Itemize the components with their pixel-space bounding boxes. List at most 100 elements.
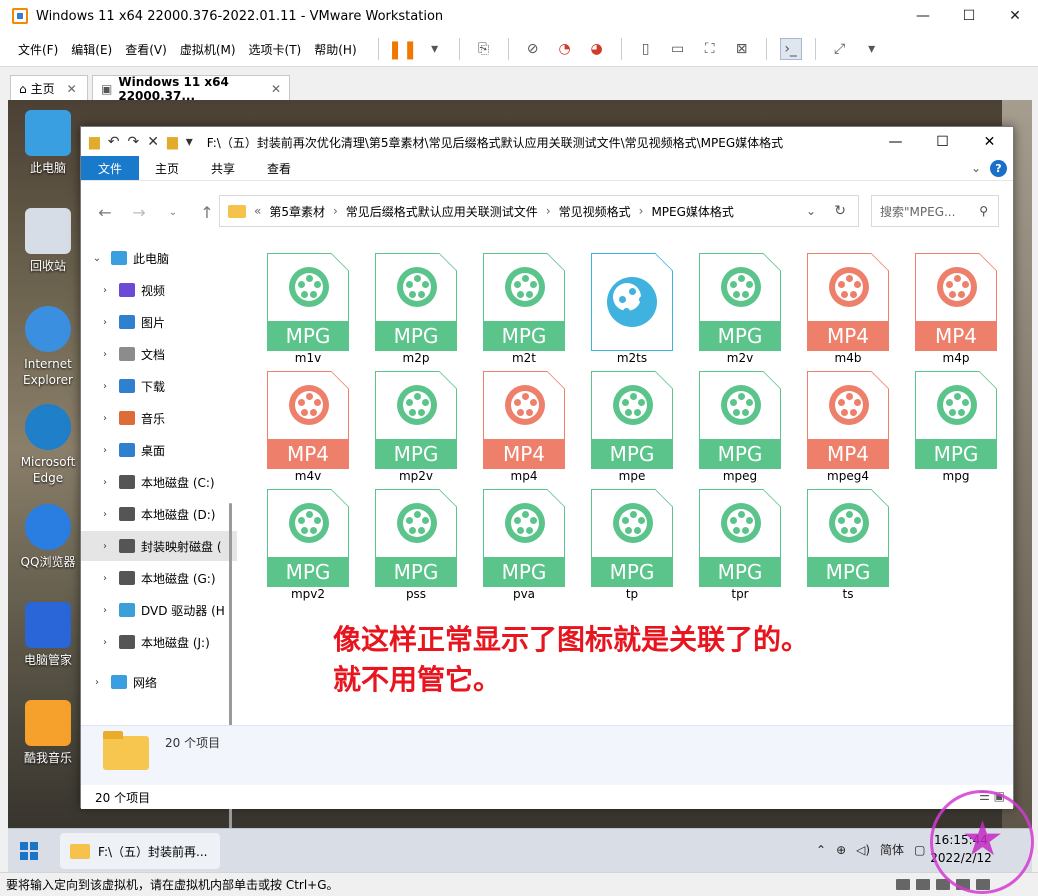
file-item[interactable]: MP4 m4b	[789, 247, 889, 365]
file-item[interactable]: MPG m2v	[681, 247, 781, 365]
chevron-right-icon[interactable]: ›	[97, 285, 113, 296]
dropdown-arrow-icon[interactable]: ▾	[861, 38, 883, 60]
chevron-up-icon[interactable]: ⌃	[816, 843, 826, 857]
chevron-right-icon[interactable]: ›	[89, 677, 105, 688]
hdd-icon[interactable]	[896, 879, 910, 890]
search-input[interactable]: 搜索"MPEG... ⚲	[871, 195, 999, 227]
file-item[interactable]: MPG tpr	[681, 483, 781, 601]
redo-icon[interactable]: ↷	[128, 134, 140, 150]
file-item[interactable]: MP4 m4v	[249, 365, 349, 483]
network-icon[interactable]: ⊕	[836, 843, 846, 857]
start-button[interactable]	[20, 842, 38, 860]
thumbnail-icon[interactable]: ▭	[667, 38, 689, 60]
file-item[interactable]: MPG pva	[465, 483, 565, 601]
desktop-icon-recycle-bin[interactable]: 回收站	[14, 208, 82, 274]
chevron-right-icon[interactable]: ›	[97, 509, 113, 520]
speaker-icon[interactable]: ◁)	[856, 843, 870, 857]
tab-file[interactable]: 文件	[81, 156, 139, 180]
sidebar-item-pictures[interactable]: › 图片	[81, 307, 237, 337]
taskbar-explorer-button[interactable]: F:\（五）封装前再...	[60, 833, 220, 869]
file-item[interactable]: MPG mp2v	[357, 365, 457, 483]
help-icon[interactable]: ?	[990, 160, 1007, 177]
chevron-right-icon[interactable]: ›	[546, 204, 551, 218]
cd-icon[interactable]	[916, 879, 930, 890]
menu-help[interactable]: 帮助(H)	[314, 41, 356, 58]
menu-view[interactable]: 查看(V)	[125, 41, 167, 58]
desktop-icon-this-pc[interactable]: 此电脑	[14, 110, 82, 176]
file-item[interactable]: MPG m1v	[249, 247, 349, 365]
revert-snapshot-icon[interactable]: ◔	[554, 38, 576, 60]
file-item[interactable]: MPG pss	[357, 483, 457, 601]
customize-toolbar-icon[interactable]: ▾	[186, 134, 193, 150]
breadcrumb-item[interactable]: 常见视频格式	[559, 203, 631, 220]
chevron-right-icon[interactable]: ›	[97, 349, 113, 360]
dropdown-arrow-icon[interactable]: ▾	[424, 38, 446, 60]
file-item[interactable]: MPG mpeg	[681, 365, 781, 483]
file-item[interactable]: MPG tp	[573, 483, 673, 601]
chevron-right-icon[interactable]: ›	[333, 204, 338, 218]
unity-icon[interactable]: ⊠	[731, 38, 753, 60]
sidebar-item-documents[interactable]: › 文档	[81, 339, 237, 369]
menu-tabs[interactable]: 选项卡(T)	[249, 41, 302, 58]
undo-icon[interactable]: ↶	[108, 134, 120, 150]
maximize-button[interactable]: ☐	[919, 127, 966, 157]
tab-share[interactable]: 共享	[195, 156, 251, 180]
desktop-icon-ie[interactable]: Internet Explorer	[14, 306, 82, 388]
chevron-down-icon[interactable]: ⌄	[89, 253, 105, 264]
send-ctrl-alt-del-icon[interactable]: ⎘	[473, 38, 495, 60]
menu-file[interactable]: 文件(F)	[18, 41, 58, 58]
desktop-icon-pc-manager[interactable]: 电脑管家	[14, 602, 82, 668]
sidebar-item-disk-g[interactable]: › 本地磁盘 (G:)	[81, 563, 237, 593]
notification-icon[interactable]: ▢	[914, 843, 925, 857]
delete-icon[interactable]: ✕	[147, 134, 159, 150]
maximize-button[interactable]: ☐	[946, 0, 992, 32]
ime-indicator[interactable]: 简体	[880, 841, 904, 858]
snapshot-off-icon[interactable]: ⊘	[522, 38, 544, 60]
expand-ribbon-icon[interactable]: ⌄	[971, 161, 981, 175]
chevron-right-icon[interactable]: ›	[97, 477, 113, 488]
search-icon[interactable]: ⚲	[979, 204, 988, 218]
file-item[interactable]: MP4 mp4	[465, 365, 565, 483]
forward-arrow-icon[interactable]: →	[129, 203, 149, 222]
sidebar-item-disk-c[interactable]: › 本地磁盘 (C:)	[81, 467, 237, 497]
refresh-icon[interactable]: ↻	[834, 203, 846, 219]
close-button[interactable]: ✕	[992, 0, 1038, 32]
sidebar-item-this-pc[interactable]: ⌄ 此电脑	[81, 243, 237, 273]
menu-edit[interactable]: 编辑(E)	[71, 41, 112, 58]
breadcrumb-item[interactable]: 常见后缀格式默认应用关联测试文件	[346, 203, 538, 220]
close-icon[interactable]: ✕	[67, 82, 77, 96]
desktop-icon-qq-browser[interactable]: QQ浏览器	[14, 504, 82, 570]
sidebar-item-network[interactable]: › 网络	[81, 667, 237, 697]
library-icon[interactable]: ▯	[635, 38, 657, 60]
desktop-icon-edge[interactable]: Microsoft Edge	[14, 404, 82, 486]
breadcrumb-item[interactable]: 第5章素材	[269, 203, 325, 220]
chevron-right-icon[interactable]: ›	[97, 413, 113, 424]
snapshot-manager-icon[interactable]: ◕	[586, 38, 608, 60]
sidebar-item-desktop[interactable]: › 桌面	[81, 435, 237, 465]
pause-icon[interactable]: ❚❚	[388, 38, 418, 60]
sidebar-item-disk-d[interactable]: › 本地磁盘 (D:)	[81, 499, 237, 529]
chevron-down-icon[interactable]: ⌄	[806, 204, 816, 218]
file-item[interactable]: MPG mpe	[573, 365, 673, 483]
chevron-right-icon[interactable]: ›	[97, 573, 113, 584]
file-item[interactable]: MPG m2p	[357, 247, 457, 365]
close-icon[interactable]: ✕	[271, 82, 281, 96]
chevron-right-icon[interactable]: ›	[97, 381, 113, 392]
recent-locations-icon[interactable]: ⌄	[163, 207, 183, 218]
file-item[interactable]: MPG m2t	[465, 247, 565, 365]
chevron-right-icon[interactable]: ›	[97, 445, 113, 456]
tab-home[interactable]: 主页	[139, 156, 195, 180]
sidebar-item-disk-j[interactable]: › 本地磁盘 (J:)	[81, 627, 237, 657]
file-item[interactable]: MPG ts	[789, 483, 889, 601]
breadcrumb-item[interactable]: MPEG媒体格式	[651, 203, 733, 220]
new-folder-icon[interactable]: ▆	[167, 134, 178, 150]
sidebar-item-downloads[interactable]: › 下载	[81, 371, 237, 401]
chevron-right-icon[interactable]: ›	[97, 605, 113, 616]
file-item[interactable]: m2ts	[573, 247, 673, 365]
sidebar-item-dvd-drive[interactable]: › DVD 驱动器 (H	[81, 595, 237, 625]
chevron-right-icon[interactable]: ›	[639, 204, 644, 218]
minimize-button[interactable]: —	[872, 127, 919, 157]
tab-home[interactable]: ⌂ 主页 ✕	[10, 75, 88, 101]
close-button[interactable]: ✕	[966, 127, 1013, 157]
stretch-icon[interactable]: ⤢	[829, 38, 851, 60]
